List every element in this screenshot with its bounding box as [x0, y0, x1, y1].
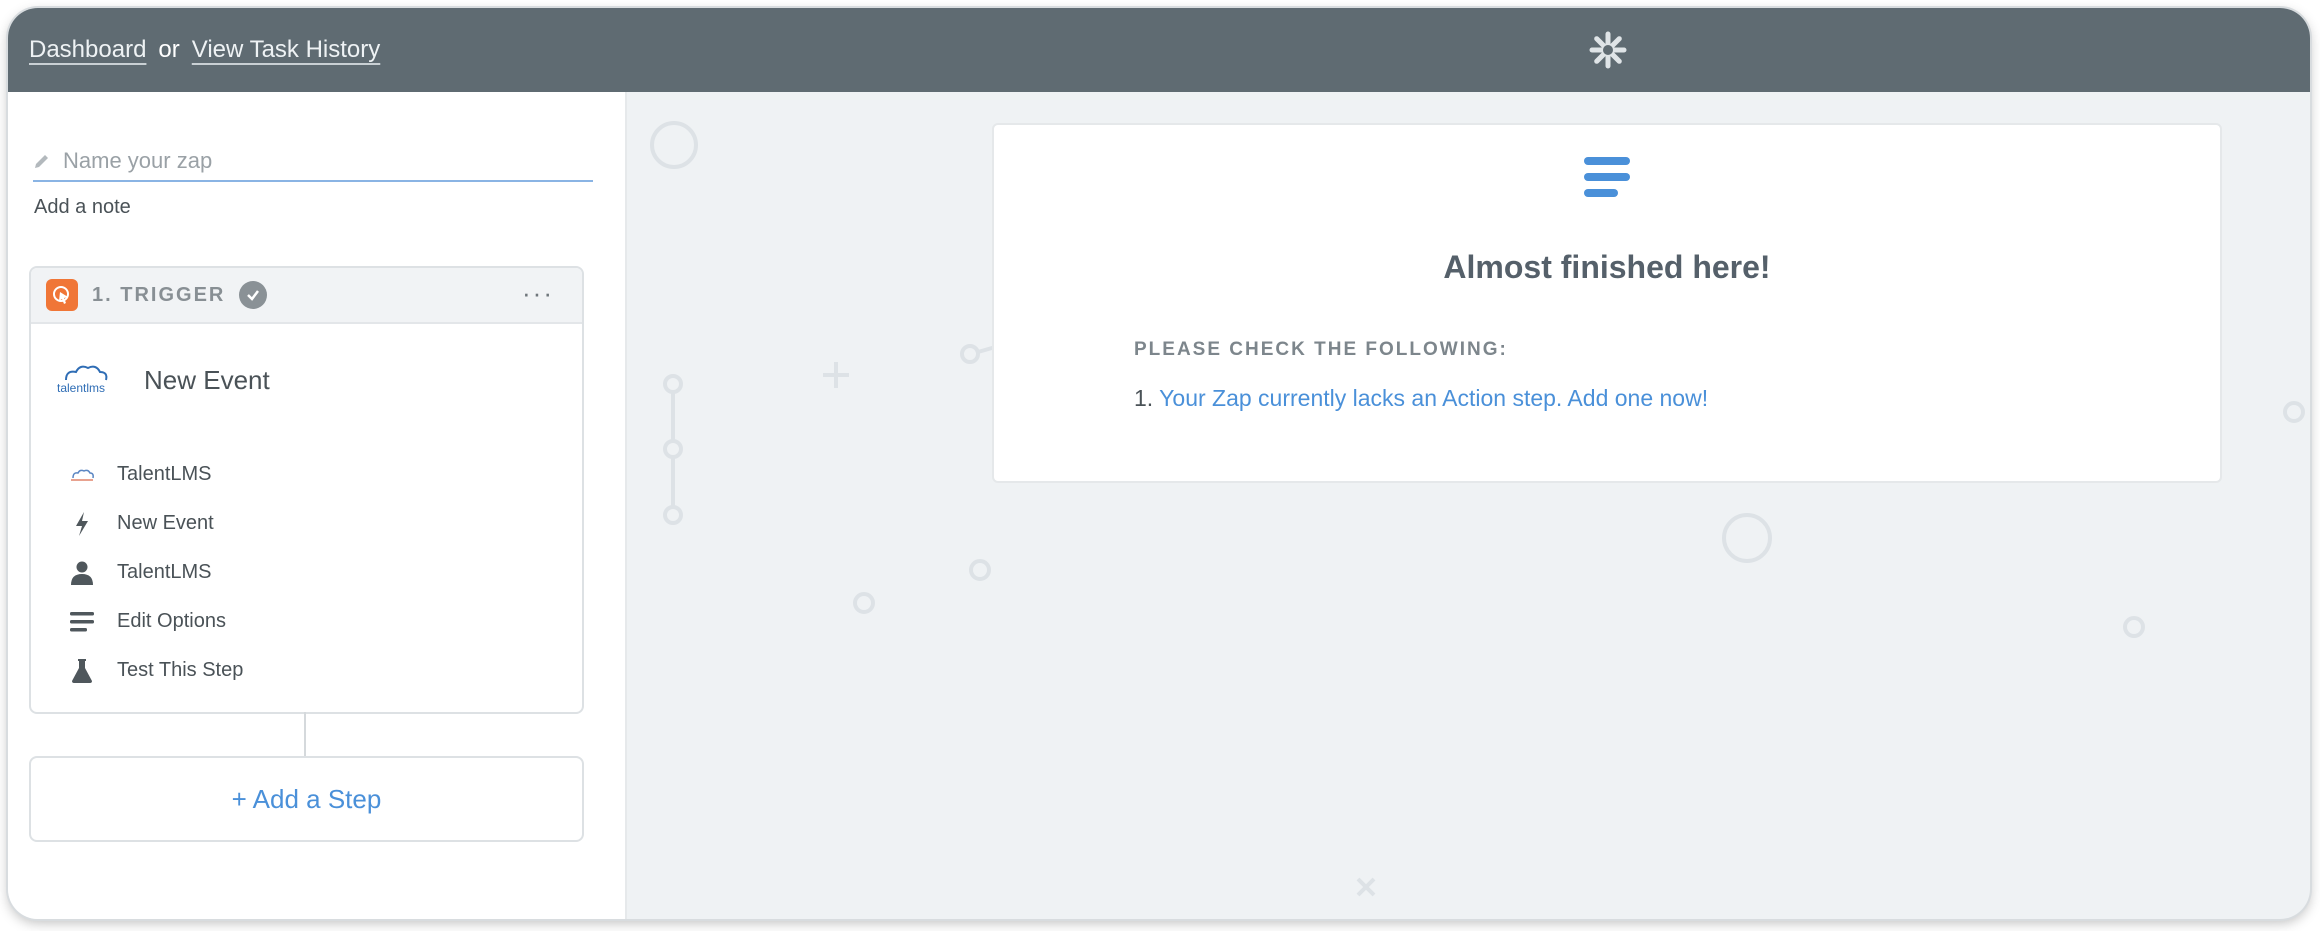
check-circle-icon — [239, 281, 268, 309]
talentlms-logo-icon: talentlms — [57, 365, 108, 395]
step-item-options[interactable]: Edit Options — [67, 597, 243, 646]
notice-subtitle: PLEASE CHECK THE FOLLOWING: — [1134, 339, 1508, 360]
step-item-app[interactable]: TalentLMS — [67, 450, 243, 499]
talentlms-icon — [67, 468, 97, 482]
editor-sidebar: Add a note 1. TRIGGER ··· — [8, 92, 627, 919]
flask-icon — [67, 658, 97, 683]
task-history-link[interactable]: View Task History — [192, 36, 381, 64]
step-label: TalentLMS — [117, 561, 212, 583]
zap-name-input[interactable] — [61, 147, 585, 175]
pencil-icon — [35, 155, 48, 168]
notice-item-number: 1. — [1134, 385, 1154, 411]
step-label: New Event — [117, 512, 214, 534]
step-label: TalentLMS — [117, 463, 212, 485]
notice-title: Almost finished here! — [1443, 249, 1771, 285]
trigger-header[interactable]: 1. TRIGGER ··· — [31, 268, 582, 324]
notice-item: 1. Your Zap currently lacks an Action st… — [1134, 385, 1708, 412]
top-nav: Dashboard or View Task History — [29, 36, 380, 64]
svg-text:talentlms: talentlms — [57, 381, 105, 395]
more-dots-icon[interactable]: ··· — [522, 278, 554, 309]
step-item-test[interactable]: Test This Step — [67, 646, 243, 695]
trigger-card: 1. TRIGGER ··· talentlms New Event Talen… — [29, 266, 584, 714]
add-action-link[interactable]: Your Zap currently lacks an Action step.… — [1159, 385, 1708, 411]
add-step-button[interactable]: + Add a Step — [29, 756, 584, 842]
trigger-step-list: TalentLMS New Event TalentLMS Edit Optio… — [67, 450, 243, 695]
zapier-asterisk-icon[interactable] — [1588, 30, 1628, 70]
lines-icon — [67, 611, 97, 633]
step-item-event[interactable]: New Event — [67, 499, 243, 548]
trigger-step-icon — [46, 279, 78, 311]
dashboard-link[interactable]: Dashboard — [29, 36, 146, 64]
step-connector — [304, 712, 306, 756]
step-item-account[interactable]: TalentLMS — [67, 548, 243, 597]
trigger-label: 1. TRIGGER — [92, 283, 226, 306]
trigger-event-title: New Event — [144, 364, 270, 395]
almost-finished-panel: Almost finished here! PLEASE CHECK THE F… — [992, 123, 2222, 483]
bolt-icon — [67, 511, 97, 536]
step-label: Edit Options — [117, 610, 226, 632]
top-bar: Dashboard or View Task History — [8, 8, 2310, 92]
nav-separator: or — [158, 36, 180, 63]
app-window: Dashboard or View Task History Add a not… — [8, 8, 2310, 919]
add-note-link[interactable]: Add a note — [34, 196, 131, 219]
workflow-canvas: Almost finished here! PLEASE CHECK THE F… — [627, 92, 2310, 919]
hamburger-icon — [1584, 157, 1630, 197]
zap-name-field — [33, 142, 593, 182]
step-label: Test This Step — [117, 659, 244, 681]
trigger-event-summary: talentlms New Event — [56, 360, 270, 400]
user-icon — [67, 561, 97, 585]
add-step-label: + Add a Step — [231, 783, 382, 814]
